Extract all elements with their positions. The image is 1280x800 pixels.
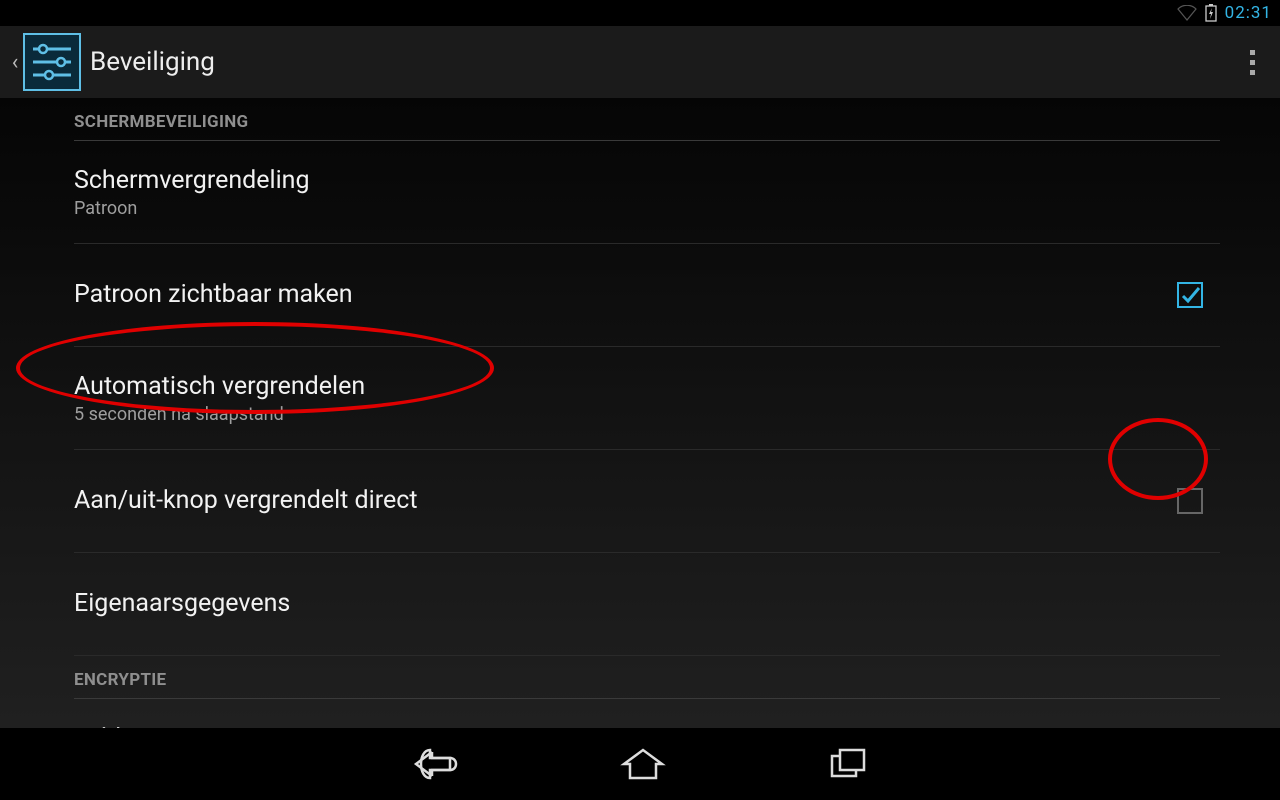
item-auto-lock[interactable]: Automatisch vergrendelen 5 seconden na s… [74,347,1220,450]
nav-recent-apps-button[interactable] [826,744,870,784]
overflow-menu-button[interactable] [1232,42,1272,82]
action-bar: ‹ Beveiliging [0,26,1280,100]
settings-app-icon[interactable] [22,32,82,92]
item-power-button-lock[interactable]: Aan/uit-knop vergrendelt direct [74,450,1220,553]
checkbox-pattern-visible[interactable] [1177,282,1203,308]
item-title: Aan/uit-knop vergrendelt direct [74,485,1160,516]
checkbox-power-lock[interactable] [1177,488,1203,514]
item-summary: Patroon [74,198,1220,219]
item-owner-info[interactable]: Eigenaarsgegevens [74,553,1220,656]
item-summary: 5 seconden na slaapstand [74,404,1220,425]
item-encrypt-tablet[interactable]: Tablet encrypten Een numerieke PIN-code … [74,699,1220,728]
nav-back-button[interactable] [410,744,460,784]
item-title: Schermvergrendeling [74,165,1220,196]
battery-charging-icon [1205,4,1217,22]
item-title: Eigenaarsgegevens [74,588,1220,619]
nav-home-button[interactable] [620,744,666,784]
up-caret-icon[interactable]: ‹ [8,50,22,75]
category-encryption: ENCRYPTIE [74,656,1220,699]
item-pattern-visible[interactable]: Patroon zichtbaar maken [74,244,1220,347]
navigation-bar [0,728,1280,800]
item-title: Patroon zichtbaar maken [74,279,1160,310]
clock-text: 02:31 [1225,3,1272,23]
wifi-icon [1177,5,1197,21]
category-screen-security: SCHERMBEVEILIGING [74,98,1220,141]
status-bar: 02:31 [0,0,1280,26]
settings-list: SCHERMBEVEILIGING Schermvergrendeling Pa… [0,98,1280,728]
item-title: Automatisch vergrendelen [74,371,1220,402]
page-title: Beveiliging [90,47,215,77]
item-screen-lock[interactable]: Schermvergrendeling Patroon [74,141,1220,244]
